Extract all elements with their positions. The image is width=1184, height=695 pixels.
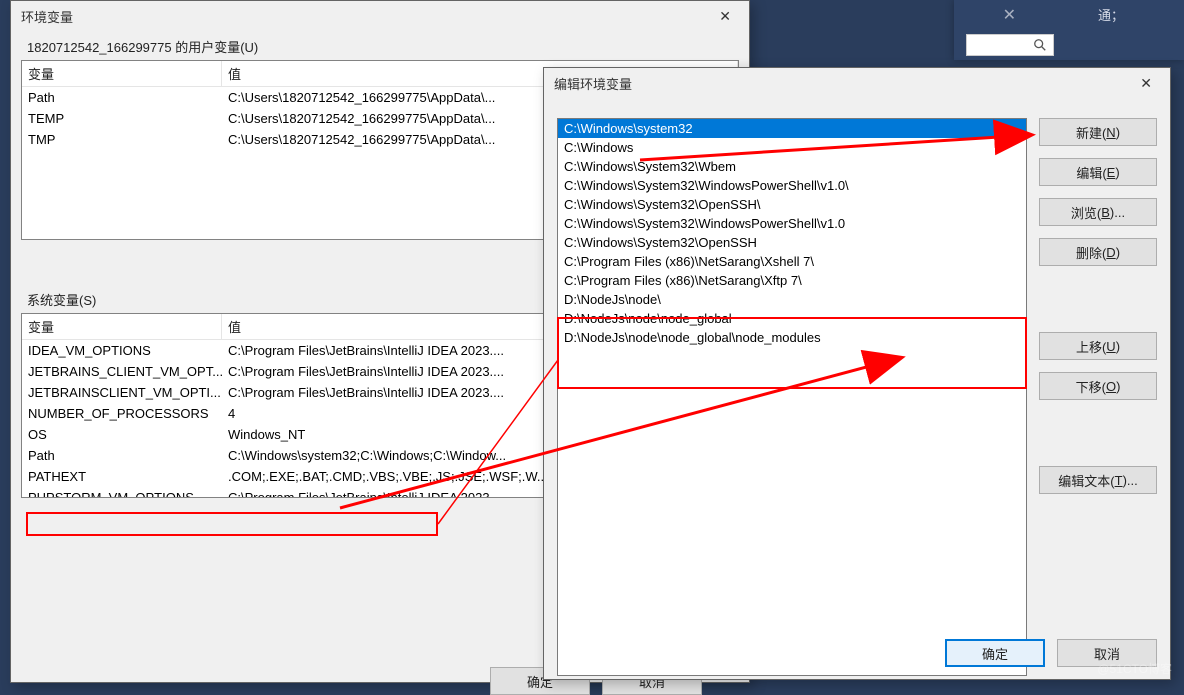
edit-title: 编辑环境变量 [554, 74, 632, 93]
var-name: OS [22, 424, 222, 445]
var-name: JETBRAINSCLIENT_VM_OPTI... [22, 382, 222, 403]
user-vars-label: 1820712542_166299775 的用户变量(U) [27, 37, 739, 56]
edit-titlebar: 编辑环境变量 ✕ [544, 68, 1170, 98]
list-item[interactable]: C:\Windows\system32 [558, 119, 1026, 138]
watermark: @51CTO博客 [1097, 660, 1172, 677]
background-close-icon[interactable]: ✕ [1003, 5, 1016, 25]
close-icon[interactable]: ✕ [1132, 71, 1160, 96]
search-icon [1033, 38, 1047, 52]
list-item[interactable]: D:\NodeJs\node\ [558, 290, 1026, 309]
env-title: 环境变量 [21, 7, 73, 26]
var-name: IDEA_VM_OPTIONS [22, 340, 222, 361]
list-item[interactable]: C:\Program Files (x86)\NetSarang\Xftp 7\ [558, 271, 1026, 290]
delete-button[interactable]: 删除(D) [1039, 238, 1157, 266]
ok-button[interactable]: 确定 [945, 639, 1045, 667]
var-name: Path [22, 445, 222, 466]
list-item[interactable]: C:\Windows\System32\Wbem [558, 157, 1026, 176]
list-item[interactable]: C:\Windows\System32\WindowsPowerShell\v1… [558, 214, 1026, 233]
var-name: PATHEXT [22, 466, 222, 487]
list-item[interactable]: C:\Windows\System32\OpenSSH [558, 233, 1026, 252]
var-name: TMP [22, 129, 222, 150]
path-list[interactable]: C:\Windows\system32C:\WindowsC:\Windows\… [557, 118, 1027, 676]
var-name: Path [22, 87, 222, 108]
list-item[interactable]: C:\Program Files (x86)\NetSarang\Xshell … [558, 252, 1026, 271]
col-header-var[interactable]: 变量 [22, 61, 222, 86]
list-item[interactable]: C:\Windows\System32\OpenSSH\ [558, 195, 1026, 214]
list-item[interactable]: C:\Windows\System32\WindowsPowerShell\v1… [558, 176, 1026, 195]
var-name: PHPSTORM_VM_OPTIONS [22, 487, 222, 498]
background-app-bar: ✕ 通； [954, 0, 1184, 60]
var-name: NUMBER_OF_PROCESSORS [22, 403, 222, 424]
var-name: TEMP [22, 108, 222, 129]
list-item[interactable]: D:\NodeJs\node\node_global [558, 309, 1026, 328]
edit-text-button[interactable]: 编辑文本(T)... [1039, 466, 1157, 494]
browse-button[interactable]: 浏览(B)... [1039, 198, 1157, 226]
edit-button[interactable]: 编辑(E) [1039, 158, 1157, 186]
col-header-var[interactable]: 变量 [22, 314, 222, 339]
background-search-box[interactable] [966, 34, 1054, 56]
env-titlebar: 环境变量 ✕ [11, 1, 749, 31]
move-up-button[interactable]: 上移(U) [1039, 332, 1157, 360]
new-button[interactable]: 新建(N) [1039, 118, 1157, 146]
move-down-button[interactable]: 下移(O) [1039, 372, 1157, 400]
var-name: JETBRAINS_CLIENT_VM_OPT... [22, 361, 222, 382]
list-item[interactable]: D:\NodeJs\node\node_global\node_modules [558, 328, 1026, 347]
edit-environment-variable-dialog: 编辑环境变量 ✕ C:\Windows\system32C:\WindowsC:… [543, 67, 1171, 680]
background-text: 通； [1098, 5, 1124, 24]
list-item[interactable]: C:\Windows [558, 138, 1026, 157]
close-icon[interactable]: ✕ [711, 4, 739, 29]
